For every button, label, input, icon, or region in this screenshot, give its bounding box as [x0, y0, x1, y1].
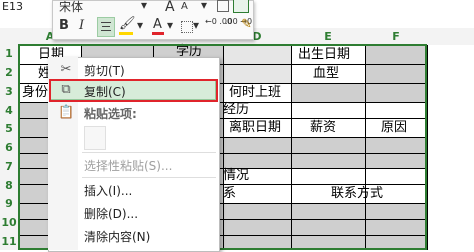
menu-item-clear-contents[interactable]: 清除内容(N): [84, 228, 150, 245]
row-header-2[interactable]: 2: [0, 66, 18, 79]
menu-item-cut[interactable]: 剪切(T): [84, 62, 125, 79]
row-header-11[interactable]: 11: [0, 235, 18, 248]
align-line-icon: [102, 26, 110, 27]
row-header-10[interactable]: 10: [0, 216, 18, 229]
row-header-9[interactable]: 9: [0, 197, 18, 210]
scissors-icon: ✂: [60, 62, 72, 77]
chevron-down-icon[interactable]: ▾: [141, 0, 147, 12]
decrease-font-size-button[interactable]: A: [181, 1, 188, 12]
column-header-e[interactable]: E: [291, 28, 365, 45]
clipboard-icon: 📋: [58, 105, 75, 120]
align-center-button[interactable]: [97, 17, 115, 37]
menu-item-insert[interactable]: 插入(I)...: [84, 182, 132, 199]
menu-separator: [82, 152, 216, 153]
name-box[interactable]: E13: [0, 0, 48, 14]
borders-icon[interactable]: [181, 21, 193, 33]
chevron-down-icon[interactable]: ▾: [167, 18, 173, 32]
increase-font-size-button[interactable]: A: [165, 0, 175, 15]
row-header-4[interactable]: 4: [0, 104, 18, 117]
row-header-8[interactable]: 8: [0, 179, 18, 192]
format-painter-icon[interactable]: ✎: [241, 17, 252, 32]
red-annotation-box: [49, 79, 218, 102]
font-name-box[interactable]: 宋体: [59, 0, 83, 15]
menu-item-paste-options: 粘贴选项:: [84, 107, 137, 121]
formula-input[interactable]: [225, 6, 474, 24]
menu-separator: [82, 177, 216, 178]
italic-button[interactable]: I: [79, 18, 84, 33]
menu-item-paste-special[interactable]: 选择性粘贴(S)...: [84, 157, 172, 174]
chevron-down-icon[interactable]: ▾: [193, 18, 199, 32]
accounting-format-icon[interactable]: [217, 0, 229, 12]
paste-icon[interactable]: [84, 126, 106, 150]
row-header-5[interactable]: 5: [0, 122, 18, 135]
fill-color-icon[interactable]: 🖌: [119, 16, 136, 31]
row-header-7[interactable]: 7: [0, 160, 18, 173]
number-format-icon[interactable]: ▾: [201, 0, 207, 12]
merge-icon[interactable]: [233, 0, 249, 13]
chevron-down-icon[interactable]: ▾: [137, 18, 143, 32]
sheet-area-right[interactable]: [427, 45, 474, 250]
align-line-icon: [101, 30, 111, 31]
row-header-6[interactable]: 6: [0, 141, 18, 154]
bold-button[interactable]: B: [59, 18, 69, 33]
menu-item-delete[interactable]: 删除(D)...: [84, 205, 138, 222]
row-header-1[interactable]: 1: [0, 47, 18, 60]
font-color-swatch: [152, 32, 164, 35]
align-line-icon: [101, 22, 111, 23]
fill-color-swatch: [119, 32, 133, 35]
font-color-button[interactable]: A: [153, 17, 162, 32]
grid-line: [427, 45, 428, 250]
column-header-f[interactable]: F: [365, 28, 427, 45]
row-header-3[interactable]: 3: [0, 85, 18, 98]
mini-toolbar: 宋体 ▾ A A ▾ B I 🖌 ▾ A ▾ ▾ ←0 .00 .00 →0 ✎: [52, 0, 254, 40]
